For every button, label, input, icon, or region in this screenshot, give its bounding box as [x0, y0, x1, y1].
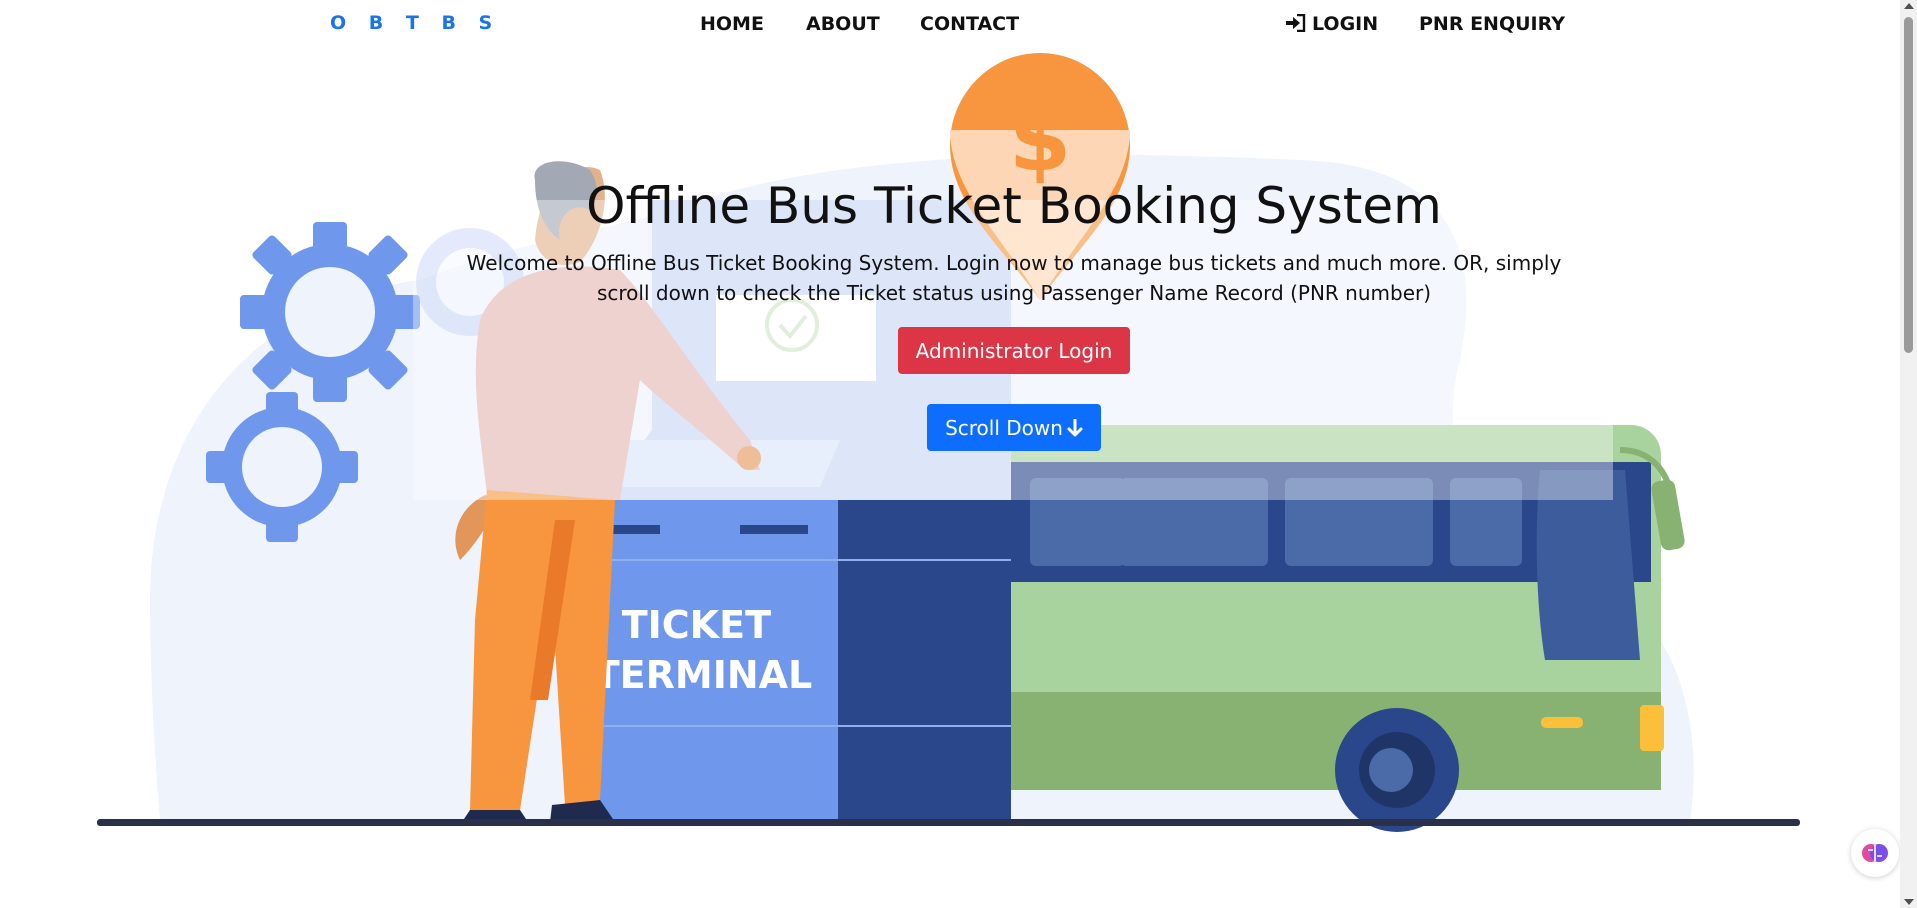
nav-login-label: LOGIN	[1312, 13, 1379, 35]
brain-icon	[1862, 844, 1888, 862]
scrollbar-thumb[interactable]	[1904, 17, 1913, 353]
assistant-widget-button[interactable]	[1851, 829, 1899, 877]
arrow-down-icon	[1067, 418, 1083, 436]
hero-title: Offline Bus Ticket Booking System	[586, 177, 1442, 235]
scroll-up-arrow-icon[interactable]	[1904, 3, 1914, 9]
hero-description: Welcome to Offline Bus Ticket Booking Sy…	[466, 251, 1562, 305]
scroll-down-label: Scroll Down	[945, 415, 1063, 440]
nav-contact-link[interactable]: CONTACT	[920, 13, 1019, 35]
gear-large-icon	[240, 222, 420, 402]
brand-logo[interactable]: O B T B S	[330, 12, 500, 34]
nav-login-link[interactable]: LOGIN	[1284, 13, 1378, 35]
nav-home-link[interactable]: HOME	[700, 13, 764, 35]
navbar: O B T B S HOME ABOUT CONTACT LOGIN PNR E…	[0, 0, 1900, 48]
hero-illustration: TICKET TERMINAL $	[97, 53, 1800, 832]
scroll-down-arrow-icon[interactable]	[1904, 899, 1914, 905]
sign-in-icon	[1286, 14, 1306, 32]
nav-pnr-enquiry-link[interactable]: PNR ENQUIRY	[1419, 13, 1565, 35]
vertical-scrollbar[interactable]	[1900, 0, 1917, 908]
nav-about-link[interactable]: ABOUT	[806, 13, 880, 35]
administrator-login-button[interactable]: Administrator Login	[898, 327, 1130, 374]
scroll-down-button[interactable]: Scroll Down	[927, 404, 1101, 451]
terminal-side	[838, 500, 1011, 822]
ground-line	[97, 819, 1800, 826]
